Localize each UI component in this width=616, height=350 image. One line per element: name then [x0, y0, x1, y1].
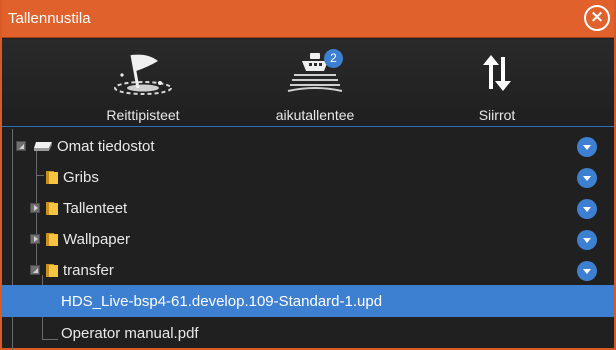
toolbar: Reittipisteet 2 aikutallentee Siirrot	[2, 39, 614, 127]
tree-row-recordings[interactable]: Tallenteet	[2, 193, 614, 223]
window-title: Tallennustila	[8, 10, 91, 27]
tree-label-wallpaper: Wallpaper	[63, 231, 130, 248]
close-icon[interactable]: ×	[584, 5, 610, 31]
expand-toggle-icon[interactable]	[30, 203, 40, 213]
waypoints-label: Reittipisteet	[106, 107, 180, 123]
waypoint-flag-icon	[114, 54, 172, 95]
expand-toggle-icon[interactable]	[16, 141, 26, 151]
expand-toggle-icon[interactable]	[30, 265, 40, 275]
file-tree: Omat tiedostot Gribs Tallenteet Wallpape…	[2, 129, 614, 350]
transfers-label: Siirrot	[478, 107, 516, 123]
recordings-label: aikutallentee	[275, 107, 355, 123]
tree-label-gribs: Gribs	[63, 169, 99, 186]
chevron-down-icon[interactable]	[577, 168, 597, 188]
folder-icon	[46, 202, 58, 215]
title-bar: Tallennustila ×	[2, 0, 614, 38]
waypoints-button[interactable]: Reittipisteet	[68, 45, 218, 125]
transfers-button[interactable]: Siirrot	[422, 45, 572, 125]
tree-row-transfer[interactable]: transfer	[2, 255, 614, 285]
chevron-down-icon[interactable]	[577, 199, 597, 219]
tree-label-my-files: Omat tiedostot	[57, 138, 155, 155]
storage-window: Tallennustila × Reittipisteet 2 aikutall…	[0, 0, 616, 350]
tree-label-transfer: transfer	[63, 262, 114, 279]
expand-toggle-icon[interactable]	[30, 234, 40, 244]
folder-icon	[46, 171, 58, 184]
chevron-down-icon[interactable]	[577, 261, 597, 281]
storage-drive-icon	[34, 142, 52, 151]
tree-row-operator-manual[interactable]: Operator manual.pdf	[2, 318, 614, 348]
tree-row-update-file[interactable]: HDS_Live-bsp4-61.develop.109-Standard-1.…	[2, 285, 614, 317]
folder-icon	[46, 233, 58, 246]
recordings-count-badge: 2	[324, 49, 343, 68]
transfer-arrows-icon	[483, 55, 511, 91]
tree-row-wallpaper[interactable]: Wallpaper	[2, 224, 614, 254]
folder-icon	[46, 264, 58, 277]
tree-label-operator-manual: Operator manual.pdf	[61, 325, 199, 342]
tree-label-update-file: HDS_Live-bsp4-61.develop.109-Standard-1.…	[61, 293, 383, 310]
tree-row-gribs[interactable]: Gribs	[2, 162, 614, 192]
recordings-button[interactable]: 2 aikutallentee	[240, 45, 390, 125]
chevron-down-icon[interactable]	[577, 137, 597, 157]
tree-row-my-files[interactable]: Omat tiedostot	[2, 131, 614, 161]
chevron-down-icon[interactable]	[577, 230, 597, 250]
tree-label-recordings: Tallenteet	[63, 200, 128, 217]
